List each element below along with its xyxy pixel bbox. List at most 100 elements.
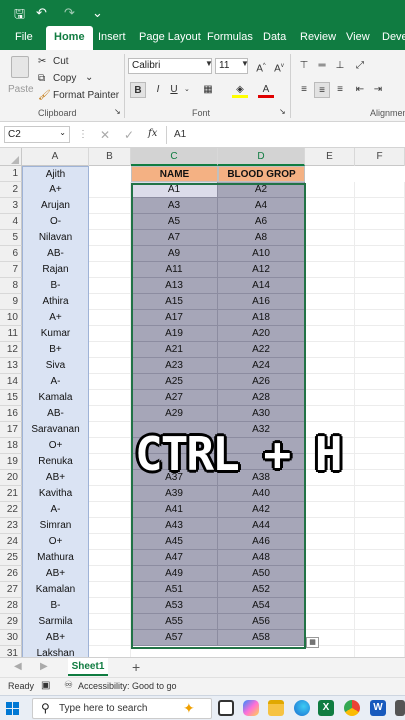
- cell-e[interactable]: [305, 230, 355, 246]
- cell-c[interactable]: A29: [131, 406, 218, 422]
- cell-a[interactable]: B+: [22, 342, 89, 358]
- cell-b[interactable]: [89, 454, 131, 470]
- cell-e[interactable]: [305, 486, 355, 502]
- select-all-button[interactable]: [0, 148, 22, 166]
- row-header[interactable]: 27: [0, 582, 22, 598]
- cell-c[interactable]: A23: [131, 358, 218, 374]
- tab-formulas[interactable]: Formulas: [207, 31, 253, 43]
- cell-c[interactable]: A41: [131, 502, 218, 518]
- cell-d1[interactable]: BLOOD GROP: [218, 166, 305, 182]
- cell-c[interactable]: A7: [131, 230, 218, 246]
- tab-page-layout[interactable]: Page Layout: [139, 31, 201, 43]
- cell-b[interactable]: [89, 582, 131, 598]
- cell-f[interactable]: [355, 646, 405, 657]
- cell-a[interactable]: AB-: [22, 406, 89, 422]
- cell-b[interactable]: [89, 198, 131, 214]
- cell-c[interactable]: A13: [131, 278, 218, 294]
- cell-e[interactable]: [305, 246, 355, 262]
- cell-e[interactable]: [305, 326, 355, 342]
- cell-e[interactable]: [305, 310, 355, 326]
- file-explorer-icon[interactable]: [268, 700, 284, 716]
- cell-e[interactable]: [305, 262, 355, 278]
- cell-e[interactable]: [305, 198, 355, 214]
- decrease-indent-icon[interactable]: ⇤: [352, 82, 368, 98]
- increase-font-icon[interactable]: A^: [253, 58, 269, 74]
- word-icon[interactable]: W: [370, 700, 386, 716]
- undo-icon[interactable]: ↶: [36, 5, 47, 21]
- cell-a[interactable]: B-: [22, 278, 89, 294]
- copilot-icon[interactable]: [243, 700, 259, 716]
- font-size-dropdown-icon[interactable]: ▼: [241, 59, 249, 68]
- cell-f[interactable]: [355, 182, 405, 198]
- column-header-a[interactable]: A: [22, 148, 89, 166]
- cell-f[interactable]: [355, 262, 405, 278]
- cell-b[interactable]: [89, 534, 131, 550]
- cell-f[interactable]: [355, 230, 405, 246]
- cell-b[interactable]: [89, 262, 131, 278]
- cell-d[interactable]: A24: [218, 358, 305, 374]
- cell-a[interactable]: O+: [22, 438, 89, 454]
- cell-f[interactable]: [355, 550, 405, 566]
- column-header-c[interactable]: C: [131, 148, 218, 166]
- cell-b[interactable]: [89, 502, 131, 518]
- macro-record-icon[interactable]: ▣: [41, 680, 50, 691]
- cell-a[interactable]: A+: [22, 182, 89, 198]
- cell-b[interactable]: [89, 550, 131, 566]
- cell-b[interactable]: [89, 518, 131, 534]
- cell-e[interactable]: [305, 518, 355, 534]
- cell-f[interactable]: [355, 246, 405, 262]
- cell-d[interactable]: A16: [218, 294, 305, 310]
- cell-a[interactable]: Rajan: [22, 262, 89, 278]
- enter-icon[interactable]: ✓: [124, 128, 134, 142]
- cell-f[interactable]: [355, 374, 405, 390]
- row-header[interactable]: 1: [0, 166, 22, 182]
- chrome-icon[interactable]: [344, 700, 360, 716]
- quick-analysis-icon[interactable]: ▦: [306, 637, 319, 648]
- cell-f[interactable]: [355, 518, 405, 534]
- cell-d[interactable]: A48: [218, 550, 305, 566]
- cell-d[interactable]: A42: [218, 502, 305, 518]
- cell-d[interactable]: A14: [218, 278, 305, 294]
- font-launcher-icon[interactable]: ↘: [279, 107, 286, 116]
- row-header[interactable]: 6: [0, 246, 22, 262]
- cell-f[interactable]: [355, 294, 405, 310]
- row-header[interactable]: 22: [0, 502, 22, 518]
- cell-a[interactable]: B-: [22, 598, 89, 614]
- taskbar-search-box[interactable]: ⚲ Type here to search ✦: [32, 698, 212, 719]
- row-header[interactable]: 19: [0, 454, 22, 470]
- cell-f[interactable]: [355, 422, 405, 438]
- tab-file[interactable]: File: [15, 31, 33, 43]
- cell-c[interactable]: A19: [131, 326, 218, 342]
- row-header[interactable]: 5: [0, 230, 22, 246]
- cell-a[interactable]: AB+: [22, 566, 89, 582]
- cell-f[interactable]: [355, 582, 405, 598]
- cell-a[interactable]: Saravanan: [22, 422, 89, 438]
- cell-e[interactable]: [305, 390, 355, 406]
- cell-a[interactable]: Kamala: [22, 390, 89, 406]
- cell-e[interactable]: [305, 182, 355, 198]
- cell-c[interactable]: A15: [131, 294, 218, 310]
- row-header[interactable]: 7: [0, 262, 22, 278]
- cell-b[interactable]: [89, 326, 131, 342]
- cell-e[interactable]: [305, 534, 355, 550]
- cell-c[interactable]: A3: [131, 198, 218, 214]
- increase-indent-icon[interactable]: ⇥: [370, 82, 386, 98]
- cell-c[interactable]: A9: [131, 246, 218, 262]
- cell-d[interactable]: A40: [218, 486, 305, 502]
- cell-c[interactable]: A57: [131, 630, 218, 646]
- row-header[interactable]: 23: [0, 518, 22, 534]
- cell-e[interactable]: [305, 502, 355, 518]
- cell-d[interactable]: A52: [218, 582, 305, 598]
- cell-c[interactable]: A11: [131, 262, 218, 278]
- cell-a[interactable]: Athira: [22, 294, 89, 310]
- cell-f[interactable]: [355, 630, 405, 646]
- cell-d[interactable]: A8: [218, 230, 305, 246]
- cell-d[interactable]: A46: [218, 534, 305, 550]
- cell-a[interactable]: Kamalan: [22, 582, 89, 598]
- align-bottom-icon[interactable]: ⊥: [332, 58, 348, 74]
- cell-a1[interactable]: Ajith: [22, 166, 89, 182]
- redo-icon[interactable]: ↷: [64, 5, 75, 21]
- cell-a[interactable]: AB+: [22, 630, 89, 646]
- cell-d[interactable]: A28: [218, 390, 305, 406]
- cell-e[interactable]: [305, 214, 355, 230]
